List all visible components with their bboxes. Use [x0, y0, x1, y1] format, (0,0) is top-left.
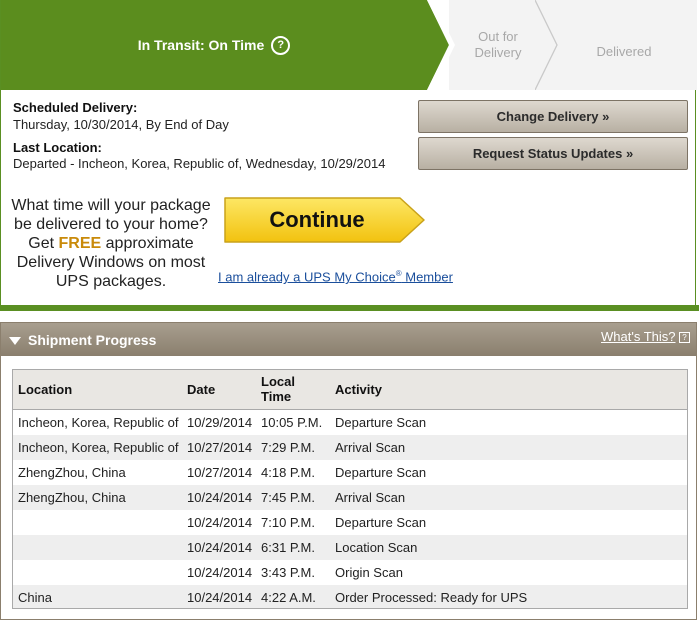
column-header-activity: Activity [335, 382, 382, 397]
shipment-progress-panel: Shipment Progress What's This? ? Locatio… [0, 322, 697, 620]
last-location-value: Departed - Incheon, Korea, Republic of, … [13, 156, 386, 171]
card-bottom-border [0, 305, 699, 311]
tracking-summary-card: In Transit: On Time ? Out for Delivery D… [0, 0, 697, 311]
progress-steps: In Transit: On Time ? Out for Delivery D… [1, 0, 697, 90]
request-status-updates-button[interactable]: Request Status Updates » [418, 137, 688, 170]
continue-label: Continue [269, 207, 365, 232]
column-header-location: Location [18, 382, 73, 397]
help-icon[interactable]: ? [679, 332, 690, 343]
free-highlight: FREE [58, 235, 102, 252]
delivery-window-promo: What time will your package be delivered… [11, 197, 211, 290]
info-icon[interactable]: ? [271, 35, 291, 55]
continue-button[interactable]: Continue [222, 196, 426, 244]
current-step-label: In Transit: On Time [137, 37, 265, 53]
table-row: ZhengZhou, China 10/24/2014 7:45 P.M. Ar… [13, 485, 687, 510]
table-row: 10/24/2014 6:31 P.M. Location Scan [13, 535, 687, 560]
table-row: Incheon, Korea, Republic of 10/27/2014 7… [13, 435, 687, 460]
step-in-transit: In Transit: On Time ? [1, 0, 427, 90]
last-location-label: Last Location: [13, 140, 102, 155]
scheduled-delivery-label: Scheduled Delivery: [13, 100, 138, 115]
table-row: 10/24/2014 7:10 P.M. Departure Scan [187, 515, 427, 530]
shipment-progress-header[interactable]: Shipment Progress What's This? ? [1, 323, 696, 356]
table-header: Location Date Local Time Activity [13, 370, 687, 410]
already-member-link[interactable]: I am already a UPS My Choice® Member [218, 269, 453, 284]
scheduled-delivery-value: Thursday, 10/30/2014, By End of Day [13, 117, 229, 132]
table-row: China 10/24/2014 4:22 A.M. Order Process… [13, 585, 687, 608]
table-row: ZhengZhou, China 10/27/2014 4:18 P.M. De… [18, 465, 427, 480]
table-row: 10/24/2014 3:43 P.M. Origin Scan [187, 565, 403, 580]
shipment-progress-title: Shipment Progress [28, 332, 157, 348]
collapse-triangle-icon[interactable] [9, 337, 21, 345]
table-row: Incheon, Korea, Republic of 10/29/2014 1… [18, 415, 427, 430]
shipment-progress-table: Location Date Local Time Activity Incheo… [12, 369, 688, 609]
change-delivery-button[interactable]: Change Delivery » [418, 100, 688, 133]
step-delivered-label: Delivered [596, 44, 652, 59]
whats-this-link[interactable]: What's This? [601, 329, 676, 344]
column-header-date: Date [187, 382, 216, 397]
step-out-for-delivery-label: Out for Delivery [474, 29, 522, 60]
column-header-local-time: Local Time [261, 374, 295, 404]
